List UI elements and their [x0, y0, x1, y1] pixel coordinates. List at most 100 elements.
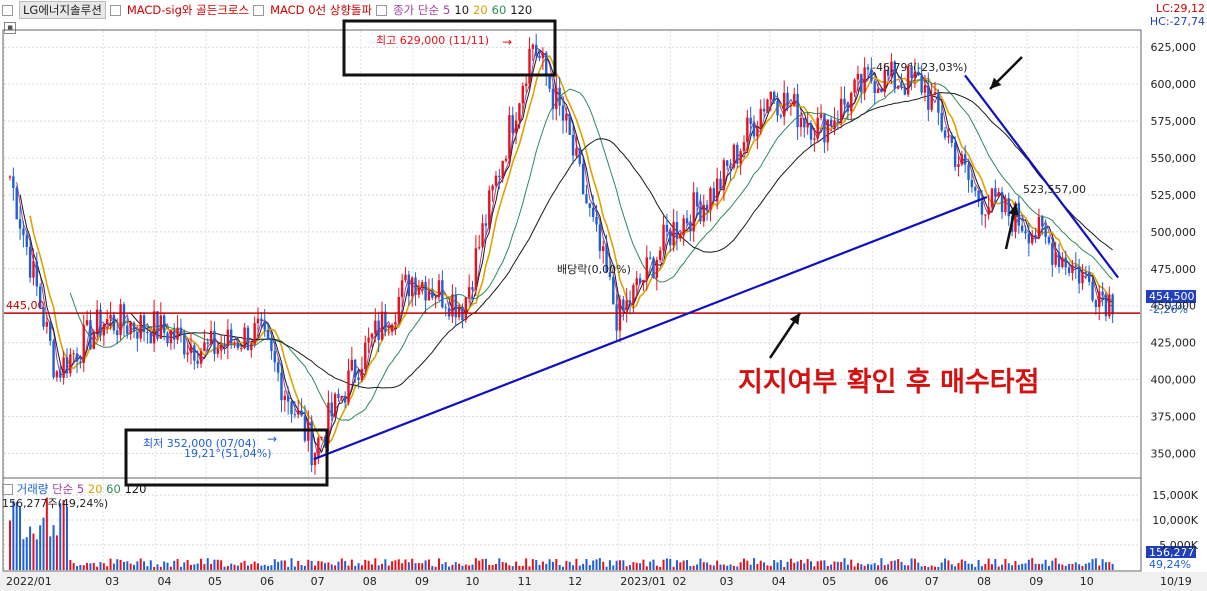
volume-bar	[216, 559, 219, 570]
volume-bar	[665, 558, 668, 570]
candle-body	[75, 353, 79, 362]
volume-ma-label[interactable]: 단순	[52, 482, 73, 496]
volume-bar	[742, 558, 745, 570]
volume-bar	[484, 558, 487, 570]
volume-bar	[836, 561, 839, 570]
volume-checkbox-icon[interactable]	[2, 484, 13, 495]
candle-body	[206, 342, 209, 344]
volume-bar	[572, 565, 575, 570]
volume-bar	[374, 558, 377, 570]
volume-bar	[967, 563, 970, 570]
volume-bar	[116, 559, 119, 570]
candle-body	[702, 204, 705, 222]
candle-body	[967, 164, 970, 181]
volume-bar	[629, 565, 632, 570]
volume-bar	[129, 563, 132, 570]
volume-label[interactable]: 거래량	[17, 482, 49, 496]
volume-bar	[652, 559, 655, 570]
volume-bar	[364, 559, 367, 570]
volume-bar	[350, 559, 353, 570]
candle-body	[270, 339, 273, 352]
volume-bar	[816, 561, 819, 570]
x-tick-label: 10	[465, 575, 479, 588]
y-tick-label: 350,000	[1151, 447, 1197, 460]
volume-bar	[370, 564, 373, 570]
candle-body	[1091, 281, 1094, 301]
volume-bar	[437, 558, 440, 570]
candle-body	[350, 359, 354, 371]
volume-bar	[887, 564, 890, 570]
volume-bar	[997, 566, 1000, 570]
candle-body	[726, 160, 729, 166]
overlays: 445,00최고 629,000 (11/11)최저 352,000 (07/0…	[4, 19, 1196, 571]
candle-body	[816, 117, 819, 139]
volume-bar	[1108, 562, 1111, 570]
candle-body	[974, 187, 977, 191]
volume-bar	[15, 502, 18, 570]
support-value-label: 445,00	[6, 299, 45, 312]
y-tick-label: 550,000	[1151, 152, 1197, 165]
candle-body	[119, 304, 122, 336]
volume-bar	[856, 563, 859, 570]
candle-body	[930, 94, 933, 110]
volume-bar	[189, 564, 192, 570]
candle-body	[833, 120, 836, 127]
candle-body	[903, 87, 907, 95]
candle-body	[491, 185, 494, 191]
candle-body	[732, 144, 736, 168]
volume-bar	[317, 560, 320, 570]
candle-body	[970, 180, 974, 188]
candle-body	[873, 81, 876, 94]
volume-bar	[696, 564, 699, 570]
candle-body	[203, 342, 206, 352]
candle-body	[243, 327, 246, 349]
volume-bar	[820, 560, 823, 570]
volume-bar	[220, 560, 223, 570]
support-point-label: 523,557,00	[1023, 183, 1086, 196]
volume-bar	[401, 563, 404, 570]
candle-body	[1044, 226, 1047, 238]
volume-bar	[387, 565, 390, 570]
candle-body	[1004, 198, 1007, 213]
volume-bar	[146, 566, 149, 570]
volume-bar	[940, 562, 943, 570]
volume-bar	[675, 560, 678, 570]
volume-bar	[880, 558, 883, 570]
candle-body	[246, 327, 250, 350]
candle-body	[923, 85, 927, 93]
volume-bar	[927, 566, 930, 570]
volume-bar	[458, 563, 461, 570]
candle-body	[484, 223, 488, 226]
price-chart[interactable]: 445,00최고 629,000 (11/11)최저 352,000 (07/0…	[0, 0, 1207, 591]
y-tick-label: 500,000	[1151, 226, 1197, 239]
volume-bar	[223, 566, 226, 570]
volume-bar	[166, 562, 169, 570]
candle-body	[8, 176, 12, 178]
volume-bar	[746, 560, 749, 570]
x-tick-label: 05	[208, 575, 222, 588]
rising-trendline	[313, 196, 988, 461]
candle-body	[380, 311, 384, 340]
volume-bar	[521, 565, 524, 570]
volume-tick-label: 10,000K	[1152, 514, 1198, 527]
volume-bar	[618, 560, 621, 570]
volume-bar	[913, 558, 916, 570]
candle-body	[431, 291, 434, 298]
volume-ma-60: 60	[106, 482, 121, 496]
volume-bar	[776, 562, 779, 570]
volume-bar	[974, 566, 977, 570]
candle-body	[122, 304, 126, 326]
candle-body	[22, 228, 25, 236]
candle-body	[230, 329, 233, 344]
candle-body	[1051, 242, 1054, 265]
volume-bar	[980, 566, 983, 570]
candle-body	[591, 207, 595, 217]
volume-bar	[481, 559, 484, 570]
candle-body	[337, 393, 340, 399]
volume-panel-border	[2, 477, 1142, 572]
volume-bar	[1041, 563, 1044, 570]
candle-body	[786, 92, 789, 107]
volume-bar	[806, 559, 809, 570]
candle-body	[474, 248, 478, 290]
volume-bar	[491, 564, 494, 570]
